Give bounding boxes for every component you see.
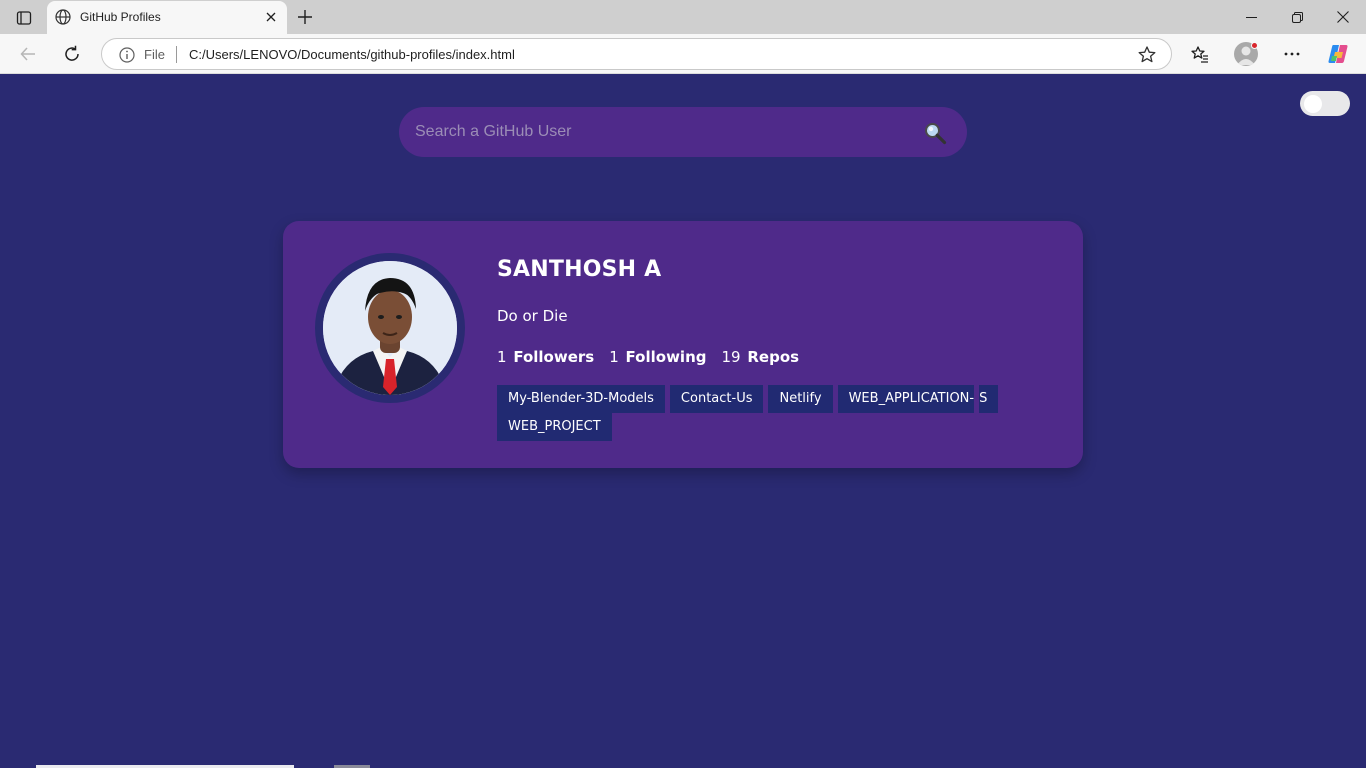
restore-window-button[interactable]: [1274, 0, 1320, 34]
search-form: [399, 107, 967, 157]
repo-link[interactable]: Contact-Us: [669, 385, 764, 413]
favorite-star-icon[interactable]: [1137, 45, 1157, 65]
tab-actions-icon: [16, 11, 32, 25]
close-window-button[interactable]: [1320, 0, 1366, 34]
user-stats: 1 Followers 1 Following 19 Repos: [497, 348, 799, 366]
repo-link[interactable]: WEB_APPLICATION-: [837, 385, 975, 413]
restore-icon: [1291, 11, 1303, 23]
tab-close-button[interactable]: [263, 9, 279, 25]
plus-icon: [298, 10, 312, 24]
notification-dot: [1251, 42, 1258, 49]
more-options-button[interactable]: [1280, 42, 1304, 66]
following-count: 1: [609, 348, 619, 366]
followers-count: 1: [497, 348, 507, 366]
minimize-icon: [1245, 16, 1257, 18]
browser-tab-strip: GitHub Profiles: [0, 0, 1366, 34]
copilot-icon: [1328, 45, 1348, 63]
browser-tab-active[interactable]: GitHub Profiles: [47, 1, 287, 34]
new-tab-button[interactable]: [293, 6, 317, 28]
repo-link[interactable]: Netlify: [768, 385, 833, 413]
repo-list: My-Blender-3D-Models Contact-Us Netlify …: [497, 385, 1003, 441]
back-button[interactable]: [14, 40, 42, 68]
globe-icon: [55, 9, 71, 25]
repo-link[interactable]: My-Blender-3D-Models: [497, 385, 665, 413]
repos-label: Repos: [747, 348, 800, 366]
browser-toolbar: File C:/Users/LENOVO/Documents/github-pr…: [0, 34, 1366, 74]
minimize-window-button[interactable]: [1228, 0, 1274, 34]
close-icon: [266, 12, 276, 22]
address-bar[interactable]: File C:/Users/LENOVO/Documents/github-pr…: [101, 38, 1172, 70]
followers-stat: 1 Followers: [497, 348, 594, 366]
favorites-button[interactable]: [1188, 42, 1212, 66]
info-icon[interactable]: [118, 46, 136, 64]
user-avatar: [315, 253, 465, 403]
followers-label: Followers: [513, 348, 595, 366]
reload-button[interactable]: [58, 40, 86, 68]
address-scheme-label: File: [144, 47, 165, 62]
search-icon[interactable]: [923, 121, 947, 145]
address-url[interactable]: C:/Users/LENOVO/Documents/github-profile…: [189, 47, 515, 62]
arrow-left-icon: [20, 47, 35, 61]
repo-link[interactable]: WEB_PROJECT: [497, 413, 612, 441]
repos-count: 19: [721, 348, 741, 366]
user-bio: Do or Die: [497, 307, 568, 325]
toggle-knob: [1304, 94, 1322, 113]
copilot-button[interactable]: [1326, 42, 1350, 66]
repos-stat: 19 Repos: [722, 348, 800, 366]
repo-link-wrapped[interactable]: S: [979, 385, 999, 413]
user-name: SANTHOSH A: [497, 257, 662, 282]
reload-icon: [65, 45, 79, 61]
address-separator: [176, 46, 177, 63]
close-icon: [1337, 11, 1349, 23]
user-photo: [323, 261, 457, 395]
favorites-list-icon: [1191, 46, 1208, 63]
tab-title: GitHub Profiles: [80, 10, 161, 24]
theme-toggle-switch[interactable]: [1300, 91, 1350, 116]
ellipsis-icon: [1284, 52, 1300, 56]
following-stat: 1 Following: [609, 348, 706, 366]
tab-actions-menu-button[interactable]: [12, 8, 36, 28]
following-label: Following: [625, 348, 707, 366]
search-input[interactable]: [415, 119, 905, 145]
profile-card: SANTHOSH A Do or Die 1 Followers 1 Follo…: [283, 221, 1083, 468]
